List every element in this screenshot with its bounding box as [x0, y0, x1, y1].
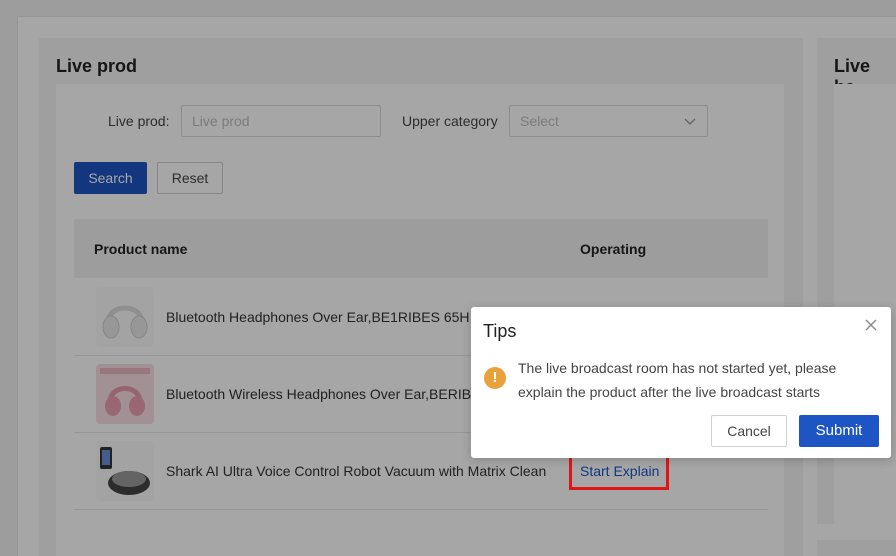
cancel-button[interactable]: Cancel [711, 415, 787, 447]
modal-overlay[interactable] [0, 0, 896, 556]
dialog-message: The live broadcast room has not started … [518, 360, 837, 400]
dialog-title: Tips [483, 321, 517, 341]
submit-button[interactable]: Submit [799, 415, 879, 447]
warning-icon: ! [484, 367, 506, 389]
tips-dialog: Tips ! The live broadcast room has not s… [471, 307, 891, 458]
close-icon[interactable] [865, 319, 877, 331]
